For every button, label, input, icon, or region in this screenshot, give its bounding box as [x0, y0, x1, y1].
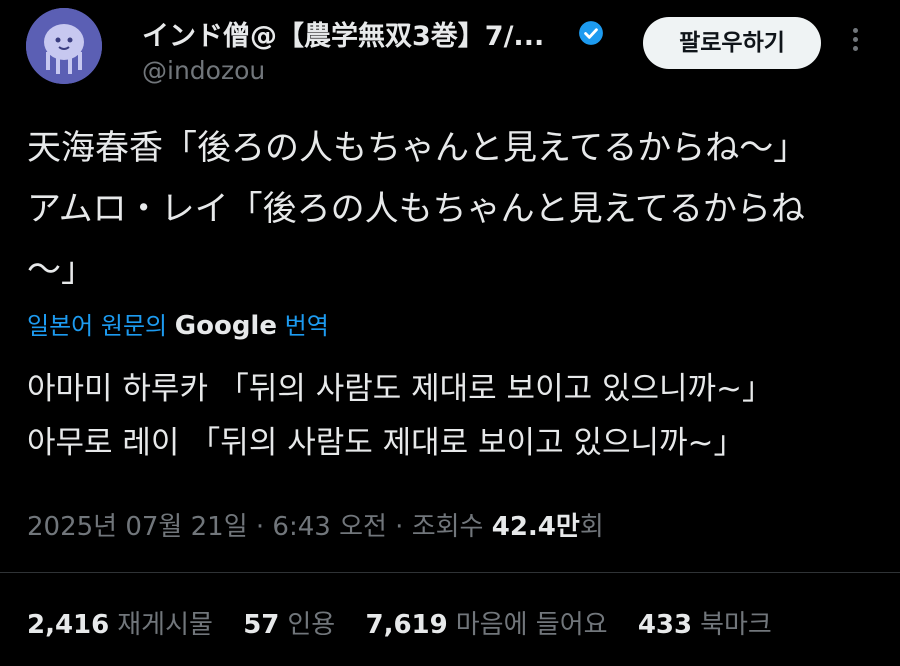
- stat-count: 433: [637, 610, 693, 640]
- engagement-stats: 2,416 재게시물 57 인용 7,619 마음에 들어요 433 북마크: [27, 604, 794, 641]
- google-logo: Google: [174, 311, 277, 341]
- view-suffix: 회: [579, 512, 604, 542]
- translated-line: 아마미 하루카 「뒤의 사람도 제대로 보이고 있으니까~」: [27, 371, 774, 407]
- verified-badge-icon: [579, 21, 603, 45]
- stat-likes[interactable]: 7,619 마음에 들어요: [366, 610, 630, 640]
- tweet-line: 天海春香「後ろの人もちゃんと見えてるからね〜」: [27, 128, 808, 168]
- divider: [0, 572, 900, 573]
- avatar[interactable]: [26, 8, 102, 84]
- tweet-text: 天海春香「後ろの人もちゃんと見えてるからね〜」 アムロ・レイ「後ろの人もちゃんと…: [27, 118, 877, 301]
- stat-count: 2,416: [27, 610, 110, 640]
- author-handle[interactable]: @indozou: [142, 56, 265, 85]
- avatar-image: [26, 8, 102, 84]
- stat-bookmarks[interactable]: 433 북마크: [638, 610, 794, 640]
- author-display-name[interactable]: インド僧@【農学無双3巻】7/...: [142, 14, 544, 53]
- tweet-meta: 2025년 07월 21일 · 6:43 오전 · 조회수 42.4만회: [27, 506, 604, 543]
- stat-label: 인용: [287, 610, 336, 640]
- translated-line: 아무로 레이 「뒤의 사람도 제대로 보이고 있으니까~」: [27, 425, 745, 461]
- stat-label: 북마크: [700, 610, 772, 640]
- stat-label: 재게시물: [117, 610, 213, 640]
- tweet-line: アムロ・レイ「後ろの人もちゃんと見えてるからね: [27, 189, 805, 229]
- stat-label: 마음에 들어요: [455, 610, 608, 640]
- stat-reposts[interactable]: 2,416 재게시물: [27, 610, 235, 640]
- tweet-line: 〜」: [27, 250, 95, 290]
- follow-button[interactable]: 팔로우하기: [643, 17, 821, 69]
- translated-text: 아마미 하루카 「뒤의 사람도 제대로 보이고 있으니까~」 아무로 레이 「뒤…: [27, 362, 887, 470]
- view-count: 42.4만: [491, 512, 580, 542]
- stat-count: 57: [243, 610, 280, 640]
- translate-suffix: 번역: [284, 312, 329, 340]
- translation-credit[interactable]: 일본어 원문의 Google 번역: [27, 306, 329, 341]
- stat-count: 7,619: [365, 610, 448, 640]
- translate-prefix: 일본어 원문의: [27, 312, 168, 340]
- more-options-icon[interactable]: [845, 28, 865, 60]
- stat-quotes[interactable]: 57 인용: [243, 610, 357, 640]
- timestamp[interactable]: 2025년 07월 21일 · 6:43 오전 · 조회수: [27, 512, 483, 542]
